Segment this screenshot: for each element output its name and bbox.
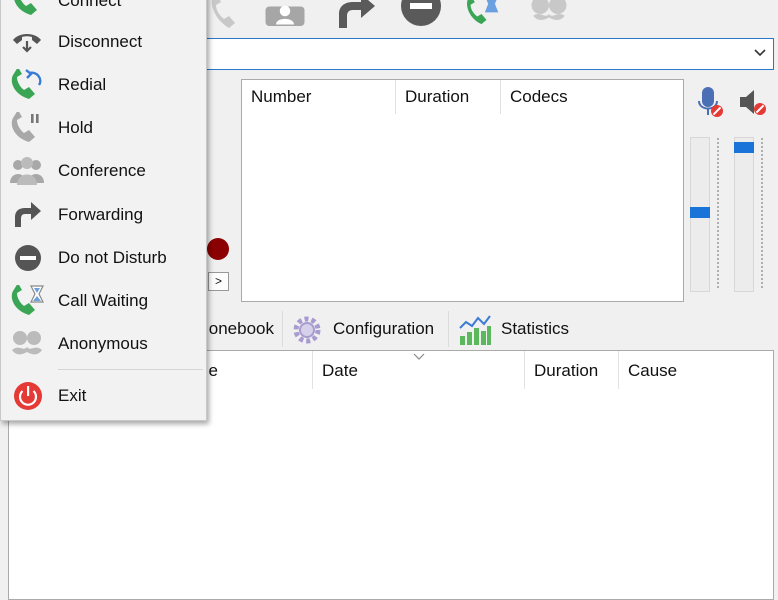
menu-item-label: Connect xyxy=(58,0,122,10)
menu-item-label: Call Waiting xyxy=(58,291,149,310)
slider-ticks xyxy=(761,138,766,288)
menu-item-label: Forwarding xyxy=(58,205,144,224)
forwarding-toolbar-icon[interactable] xyxy=(335,0,377,34)
call-waiting-toolbar-icon[interactable] xyxy=(463,0,505,34)
menu-item-connect[interactable]: Connect xyxy=(1,0,206,21)
menu-item-label: Redial xyxy=(58,75,107,94)
menu-item-label: Disconnect xyxy=(58,32,143,51)
column-log-duration[interactable]: Duration xyxy=(525,351,619,389)
do-not-disturb-toolbar-icon[interactable] xyxy=(399,0,441,34)
tab-statistics-label: Statistics xyxy=(501,319,570,338)
slider-thumb[interactable] xyxy=(690,207,710,218)
menu-item-exit[interactable]: Exit xyxy=(1,376,206,416)
column-name-label: e xyxy=(208,361,218,380)
hold-toolbar-icon[interactable] xyxy=(205,0,247,34)
column-number[interactable]: Number xyxy=(242,80,396,114)
redial-icon xyxy=(11,69,42,99)
menu-item-do-not-disturb[interactable]: Do not Disturb xyxy=(1,238,206,278)
context-menu: Connect Disconnect Redial Hold Conferenc… xyxy=(0,0,207,421)
forwarding-icon xyxy=(15,202,41,227)
microphone-volume-slider[interactable] xyxy=(690,137,710,292)
speaker-volume-slider[interactable] xyxy=(734,137,754,292)
tab-phonebook[interactable]: onebook xyxy=(200,311,280,347)
anonymous-icon xyxy=(12,331,42,355)
menu-item-redial[interactable]: Redial xyxy=(1,65,206,105)
menu-item-forwarding[interactable]: Forwarding xyxy=(1,195,206,235)
slider-ticks xyxy=(717,138,722,288)
connect-icon xyxy=(14,0,37,15)
record-indicator xyxy=(207,238,229,260)
menu-item-label: Hold xyxy=(58,118,93,137)
number-combobox[interactable] xyxy=(200,38,774,70)
speaker-muted-icon[interactable] xyxy=(738,87,768,117)
tab-statistics[interactable]: Statistics xyxy=(448,311,578,347)
menu-item-label: Anonymous xyxy=(58,334,148,353)
volume-panel xyxy=(684,80,778,300)
menu-item-hold[interactable]: Hold xyxy=(1,108,206,148)
anonymous-toolbar-icon[interactable] xyxy=(528,0,570,34)
hold-icon xyxy=(11,112,39,142)
menu-item-call-waiting[interactable]: Call Waiting xyxy=(1,281,206,321)
power-icon xyxy=(14,382,42,410)
column-cause[interactable]: Cause xyxy=(619,351,769,389)
tab-phonebook-label: onebook xyxy=(208,319,274,338)
menu-item-label: Conference xyxy=(58,161,146,180)
sort-descending-icon xyxy=(413,353,425,360)
menu-item-label: Do not Disturb xyxy=(58,248,167,267)
calls-list[interactable]: Number Duration Codecs xyxy=(241,79,684,302)
next-button[interactable]: > xyxy=(208,272,229,291)
statistics-icon xyxy=(459,315,491,345)
tab-configuration[interactable]: Configuration xyxy=(282,311,446,347)
conference-icon xyxy=(10,157,44,185)
conference-toolbar-icon[interactable] xyxy=(264,0,306,34)
menu-item-label: Exit xyxy=(58,386,87,405)
tab-bar: onebook Configuration Statistics xyxy=(200,306,778,348)
column-duration[interactable]: Duration xyxy=(396,80,501,114)
menu-item-disconnect[interactable]: Disconnect xyxy=(1,22,206,62)
do-not-disturb-icon xyxy=(15,245,41,271)
gear-icon xyxy=(293,316,321,344)
chevron-down-icon[interactable] xyxy=(753,46,767,60)
column-date-label: Date xyxy=(322,361,358,380)
microphone-muted-icon[interactable] xyxy=(696,85,724,119)
column-date[interactable]: Date xyxy=(313,351,525,389)
disconnect-icon xyxy=(13,34,41,53)
menu-item-conference[interactable]: Conference xyxy=(1,151,206,191)
menu-item-anonymous[interactable]: Anonymous xyxy=(1,324,206,364)
column-codecs[interactable]: Codecs xyxy=(501,80,621,114)
tab-configuration-label: Configuration xyxy=(333,319,435,338)
menu-separator xyxy=(58,369,203,370)
slider-thumb[interactable] xyxy=(734,142,754,153)
call-waiting-icon xyxy=(11,285,44,315)
